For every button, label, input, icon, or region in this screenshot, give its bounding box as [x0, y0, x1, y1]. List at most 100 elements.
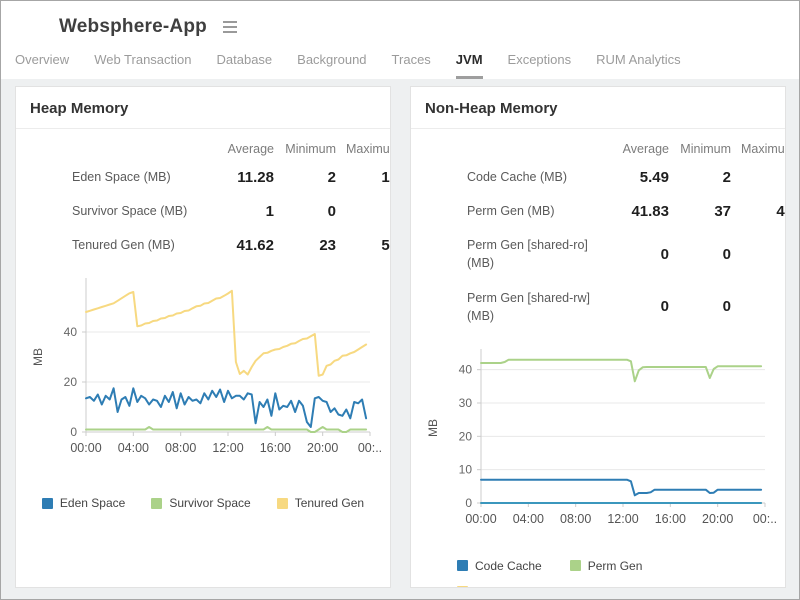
hamburger-menu-icon[interactable] — [221, 18, 239, 36]
table-header-row: Average Minimum Maximum — [72, 135, 390, 160]
app-status-up-arrow-icon — [15, 11, 46, 42]
svg-text:0: 0 — [465, 496, 472, 510]
non-heap-memory-chart: 0 10 20 30 40 MB 00:00 04:00 08:00 12:00 16:00 20:0… — [421, 345, 785, 543]
y-axis-label: MB — [426, 419, 440, 437]
metric-label: Code Cache (MB) — [467, 170, 568, 184]
up-arrow-icon — [25, 21, 36, 32]
legend-swatch-icon — [276, 497, 288, 509]
svg-text:00:00: 00:00 — [465, 512, 496, 526]
svg-text:16:00: 16:00 — [655, 512, 686, 526]
metric-maximum: 18 — [381, 168, 390, 186]
table-row: Tenured Gen (MB) 41.62 23 57 — [72, 228, 390, 262]
series-line-eden-space — [85, 387, 368, 429]
legend-swatch-icon — [41, 497, 53, 509]
column-header: Minimum — [680, 142, 731, 156]
panel-title: Heap Memory — [30, 100, 129, 117]
metric-average: 0 — [660, 298, 669, 316]
legend-label: Survivor Space — [169, 496, 251, 511]
table-header-row: Average Minimum Maximum — [467, 135, 785, 160]
legend-label: Perm Gen — [587, 558, 643, 573]
metric-average: 11.28 — [237, 168, 274, 186]
table-row: Perm Gen [shared-rw] (MB)000 — [467, 281, 786, 333]
metric-minimum: 2 — [327, 168, 336, 186]
dashboard-content: Heap Memory Average Minimum Maximum Eden Sp… — [1, 79, 799, 599]
svg-text:08:00: 08:00 — [165, 441, 196, 455]
svg-text:0: 0 — [70, 425, 77, 439]
metric-average: 41.62 — [236, 236, 274, 254]
metric-minimum: 0 — [327, 202, 336, 220]
metric-label: Perm Gen (MB) — [467, 204, 555, 219]
metric-average: 5.49 — [639, 168, 669, 186]
svg-text:20: 20 — [64, 375, 78, 389]
legend-item[interactable]: Code Cache — [457, 559, 542, 573]
non-heap-memory-table: Average Minimum Maximum Code Cache (MB) 5.49… — [467, 135, 786, 333]
metric-average: 41.83 — [631, 202, 669, 220]
column-header: Average — [622, 142, 669, 156]
table-row: Perm Gen (MB) 41.83 37 43 — [467, 194, 785, 228]
legend-item[interactable]: Survivor Space — [151, 496, 251, 511]
heap-memory-panel: Heap Memory Average Minimum Maximum Eden Sp… — [15, 86, 391, 588]
svg-text:04:00: 04:00 — [118, 441, 149, 455]
svg-text:10: 10 — [459, 462, 473, 476]
metric-maximum: 7 — [741, 169, 786, 186]
page-title: Websphere-App — [59, 15, 207, 37]
legend-label: Tenured Gen — [294, 496, 365, 511]
table-row: Eden Space (MB) 11.28 2 18 — [72, 160, 390, 194]
svg-text:30: 30 — [459, 396, 473, 410]
metric-average: 0 — [660, 245, 669, 263]
svg-text:20: 20 — [459, 429, 473, 443]
svg-text:04:00: 04:00 — [513, 512, 544, 526]
app-window: Websphere-App Overview Web Transaction D… — [0, 0, 800, 600]
non-heap-memory-legend: Code CachePerm GenPerm Gen [shared-ro]Pe… — [457, 558, 737, 587]
series-line-survivor-space — [85, 426, 368, 434]
column-header: Minimum — [285, 142, 336, 156]
metric-maximum: 0 — [741, 246, 786, 263]
legend-item[interactable]: Perm Gen [shared-ro] — [457, 585, 591, 587]
nonheap-chart-svg: 0 10 20 30 40 MB 00:00 04:00 08:00 12:00 16:00 20:0… — [426, 348, 777, 526]
heap-memory-table: Average Minimum Maximum Eden Space (MB) 11.2… — [72, 135, 390, 262]
column-header: Maximum — [346, 142, 390, 156]
svg-text:12:00: 12:00 — [212, 441, 243, 455]
table-row: Survivor Space (MB) 1 02 — [72, 194, 390, 228]
legend-item[interactable]: Eden Space — [41, 496, 125, 510]
metric-label: Tenured Gen (MB) — [72, 238, 175, 253]
tab-background[interactable]: Background — [297, 52, 366, 79]
metric-maximum: 0 — [741, 298, 786, 315]
tab-rum-analytics[interactable]: RUM Analytics — [596, 52, 681, 79]
legend-swatch-icon — [457, 586, 468, 587]
metric-label: Eden Space (MB) — [72, 170, 171, 184]
app-header: Websphere-App — [1, 1, 799, 48]
metric-label: Perm Gen [shared-rw] (MB) — [467, 290, 590, 323]
metric-maximum: 43 — [776, 202, 785, 220]
legend-swatch-icon — [457, 560, 468, 572]
legend-item[interactable]: Perm Gen — [569, 558, 643, 573]
tab-jvm[interactable]: JVM — [455, 52, 483, 79]
tab-bar: Overview Web Transaction Database Backgr… — [1, 48, 799, 79]
svg-text:08:00: 08:00 — [560, 512, 591, 526]
legend-swatch-icon — [569, 560, 581, 572]
metric-minimum: 0 — [722, 298, 731, 316]
metric-minimum: 0 — [722, 245, 731, 263]
legend-item[interactable]: Tenured Gen — [276, 496, 365, 511]
svg-text:40: 40 — [459, 362, 473, 376]
column-header: Average — [227, 142, 274, 156]
tab-database[interactable]: Database — [217, 52, 273, 79]
svg-text:16:00: 16:00 — [260, 441, 291, 455]
tab-exceptions[interactable]: Exceptions — [508, 52, 572, 79]
tab-overview[interactable]: Overview — [15, 52, 69, 79]
metric-minimum: 37 — [714, 202, 731, 220]
metric-minimum: 23 — [319, 236, 336, 254]
divider — [16, 128, 390, 129]
legend-label: Perm Gen [shared-ro] — [475, 585, 591, 587]
svg-text:00:..: 00:.. — [753, 512, 777, 526]
heap-memory-legend: Eden Space Survivor Space Tenured Gen — [16, 496, 390, 510]
divider — [411, 128, 785, 129]
svg-text:20:00: 20:00 — [702, 512, 733, 526]
tab-web-transaction[interactable]: Web Transaction — [94, 52, 191, 79]
tab-traces[interactable]: Traces — [392, 52, 431, 79]
metric-minimum: 2 — [722, 168, 731, 186]
series-line-tenured-gen — [85, 290, 368, 378]
svg-text:20:00: 20:00 — [307, 441, 338, 455]
table-row: Perm Gen [shared-ro] (MB)000 — [467, 228, 786, 280]
legend-label: Code Cache — [475, 558, 542, 573]
